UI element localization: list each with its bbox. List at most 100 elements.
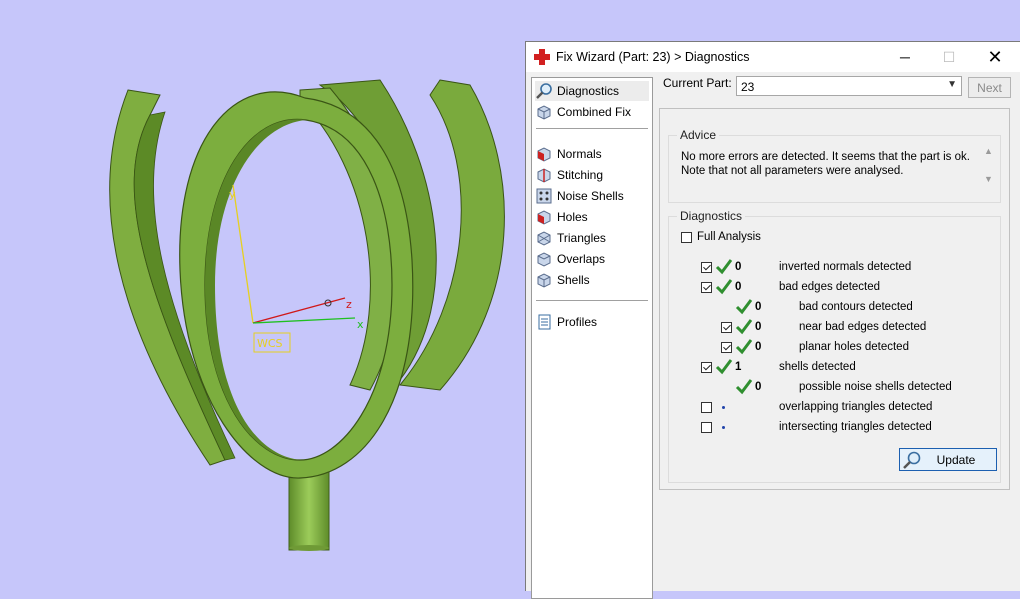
scroll-up-icon: ▲ [984, 146, 993, 156]
nav-item-label: Diagnostics [557, 84, 620, 98]
near-bad-edges-label: near bad edges detected [799, 321, 927, 333]
next-button[interactable]: Next [968, 77, 1011, 98]
advice-line: Note that not all parameters were analys… [681, 165, 904, 177]
diagnostics-title: Diagnostics [677, 209, 746, 223]
fix-wizard-dialog: Fix Wizard (Part: 23) > Diagnostics ─ ☐ … [525, 41, 1020, 599]
nav-item-label: Combined Fix [557, 105, 632, 119]
bad-contours-count: 0 [755, 301, 762, 313]
shells-cube-icon [537, 273, 551, 288]
checkmark-icon [735, 339, 753, 355]
noise-shells-label: possible noise shells detected [799, 381, 952, 393]
advice-group: Advice No more errors are detected. It s… [668, 128, 1001, 203]
noise-shells-count: 0 [755, 381, 762, 393]
shells-label: shells detected [779, 361, 856, 373]
checkmark-icon [715, 279, 733, 295]
bad-contours-label: bad contours detected [799, 301, 913, 313]
magnifier-icon [536, 83, 552, 99]
pending-dot-icon [722, 426, 725, 429]
checkmark-icon [735, 319, 753, 335]
update-button-label: Update [936, 453, 976, 467]
nav-item-overlaps[interactable]: Overlaps [535, 249, 649, 269]
advice-text: No more errors are detected. It seems th… [681, 150, 971, 178]
triangles-cube-icon [537, 231, 551, 246]
cube-icon [537, 105, 551, 120]
overlapping-triangles-checkbox[interactable] [701, 402, 712, 413]
update-button[interactable]: Update [899, 448, 997, 471]
advice-line: No more errors are detected. It seems th… [681, 151, 970, 163]
z-axis-label: z [346, 298, 352, 311]
checkmark-icon [735, 379, 753, 395]
full-analysis-checkbox[interactable] [681, 232, 692, 243]
nav-item-label: Normals [557, 147, 602, 161]
intersecting-triangles-label: intersecting triangles detected [779, 421, 932, 433]
nav-item-stitching[interactable]: Stitching [535, 165, 649, 185]
red-cross-icon [534, 49, 550, 65]
planar-holes-checkbox[interactable] [721, 342, 732, 353]
overlaps-cube-icon [537, 252, 551, 267]
chevron-down-icon: ▼ [947, 79, 957, 90]
3d-viewport[interactable]: y z x WCS [0, 0, 525, 591]
near-bad-edges-checkbox[interactable] [721, 322, 732, 333]
scroll-down-icon: ▼ [984, 174, 993, 184]
nav-separator [536, 128, 648, 129]
nav-item-normals[interactable]: Normals [535, 144, 649, 164]
current-part-select[interactable]: 23 ▼ [736, 76, 962, 96]
pending-dot-icon [722, 406, 725, 409]
noise-shells-icon [536, 188, 552, 204]
normals-cube-icon [537, 147, 551, 162]
shells-checkbox[interactable] [701, 362, 712, 373]
nav-separator [536, 300, 648, 301]
nav-item-label: Profiles [557, 315, 598, 329]
nav-item-label: Noise Shells [557, 189, 624, 203]
stitching-cube-icon [537, 168, 551, 183]
nav-item-noise-shells[interactable]: Noise Shells [535, 186, 649, 206]
minimize-button[interactable]: ─ [882, 42, 928, 72]
bad-edges-label: bad edges detected [779, 281, 881, 293]
inverted-normals-label: inverted normals detected [779, 261, 912, 273]
current-part-value: 23 [741, 80, 755, 94]
planar-holes-count: 0 [755, 341, 762, 353]
maximize-button[interactable]: ☐ [926, 42, 972, 72]
advice-title: Advice [677, 128, 720, 142]
shells-count: 1 [735, 361, 742, 373]
planar-holes-label: planar holes detected [799, 341, 909, 353]
bad-edges-count: 0 [735, 281, 742, 293]
profiles-document-icon [538, 314, 551, 330]
tulip-model: y z x WCS [109, 79, 505, 551]
window-title: Fix Wizard (Part: 23) > Diagnostics [556, 50, 750, 64]
inverted-normals-count: 0 [735, 261, 742, 273]
close-icon: ✕ [987, 46, 1003, 67]
close-button[interactable]: ✕ [972, 42, 1018, 72]
current-part-label: Current Part: [663, 76, 732, 90]
intersecting-triangles-checkbox[interactable] [701, 422, 712, 433]
nav-item-label: Shells [557, 273, 590, 287]
checkmark-icon [735, 299, 753, 315]
nav-item-profiles[interactable]: Profiles [535, 312, 649, 332]
next-button-label: Next [977, 80, 1002, 95]
checkmark-icon [715, 359, 733, 375]
inverted-normals-checkbox[interactable] [701, 262, 712, 273]
nav-item-label: Holes [557, 210, 588, 224]
bad-edges-checkbox[interactable] [701, 282, 712, 293]
nav-item-triangles[interactable]: Triangles [535, 228, 649, 248]
title-bar[interactable]: Fix Wizard (Part: 23) > Diagnostics ─ ☐ … [526, 42, 1020, 72]
nav-item-combined-fix[interactable]: Combined Fix [535, 102, 649, 122]
advice-scrollbar[interactable]: ▲ ▼ [981, 144, 997, 192]
minimize-icon: ─ [900, 49, 910, 65]
diagnostics-panel: Advice No more errors are detected. It s… [659, 108, 1010, 490]
y-axis-label: y [229, 188, 236, 201]
nav-item-holes[interactable]: Holes [535, 207, 649, 227]
x-axis-label: x [357, 318, 364, 331]
nav-item-label: Overlaps [557, 252, 606, 266]
maximize-icon: ☐ [942, 48, 956, 65]
nav-item-label: Stitching [557, 168, 604, 182]
overlapping-triangles-label: overlapping triangles detected [779, 401, 933, 413]
nav-item-shells[interactable]: Shells [535, 270, 649, 290]
wcs-label: WCS [257, 337, 283, 350]
nav-item-label: Triangles [557, 231, 606, 245]
diagnostics-group: Diagnostics Full Analysis 0 inverted nor… [668, 209, 1001, 483]
holes-cube-icon [537, 210, 551, 225]
checkmark-icon [715, 259, 733, 275]
fix-nav-pane: Diagnostics Combined Fix Normals Stitchi… [531, 77, 653, 599]
nav-item-diagnostics[interactable]: Diagnostics [535, 81, 649, 101]
